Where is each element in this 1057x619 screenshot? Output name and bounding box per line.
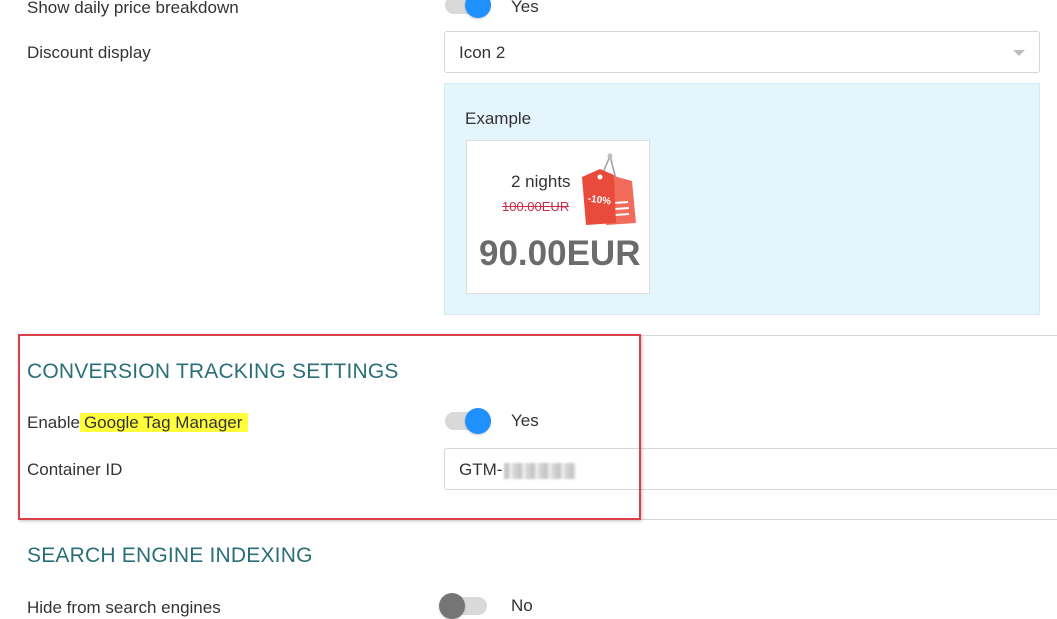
enable-gtm-label: Enable Google Tag Manager	[27, 413, 249, 433]
enable-gtm-prefix: Enable	[27, 413, 80, 432]
hide-search-label: Hide from search engines	[27, 598, 221, 617]
gtm-highlight: Google Tag Manager	[79, 413, 249, 432]
toggle-knob	[465, 408, 491, 434]
container-id-prefix: GTM-	[459, 460, 503, 479]
redacted-blur	[504, 462, 577, 479]
example-old-price: 100.00EUR	[502, 199, 570, 214]
example-price-card: 2 nights 100.00EUR -10% 90.00EUR	[466, 140, 650, 294]
search-indexing-title: SEARCH ENGINE INDEXING	[27, 544, 313, 567]
daily-price-state: Yes	[511, 0, 539, 16]
toggle-knob	[465, 0, 491, 18]
discount-display-select[interactable]: Icon 2	[444, 31, 1040, 73]
section-divider	[18, 335, 1057, 336]
chevron-down-icon	[1013, 50, 1025, 56]
discount-tag-icon: -10%	[582, 153, 636, 225]
discount-display-value: Icon 2	[459, 43, 506, 62]
section-divider	[18, 519, 1057, 520]
hide-search-toggle[interactable]	[439, 593, 487, 619]
container-id-value: GTM-	[459, 460, 577, 480]
discount-example-panel: Example 2 nights 100.00EUR -10% 90.00EUR	[444, 83, 1040, 315]
container-id-input[interactable]: GTM-	[444, 448, 1057, 490]
hide-search-state: No	[511, 596, 533, 615]
daily-price-label: Show daily price breakdown	[27, 0, 239, 17]
example-nights: 2 nights	[511, 172, 571, 191]
example-title: Example	[465, 109, 532, 128]
daily-price-toggle[interactable]	[445, 0, 491, 18]
discount-display-label: Discount display	[27, 43, 151, 62]
enable-gtm-toggle[interactable]	[445, 408, 491, 434]
example-new-price: 90.00EUR	[479, 234, 641, 273]
container-id-label: Container ID	[27, 460, 123, 479]
conversion-tracking-title: CONVERSION TRACKING SETTINGS	[27, 360, 399, 383]
enable-gtm-state: Yes	[511, 411, 539, 430]
toggle-knob	[439, 593, 465, 619]
